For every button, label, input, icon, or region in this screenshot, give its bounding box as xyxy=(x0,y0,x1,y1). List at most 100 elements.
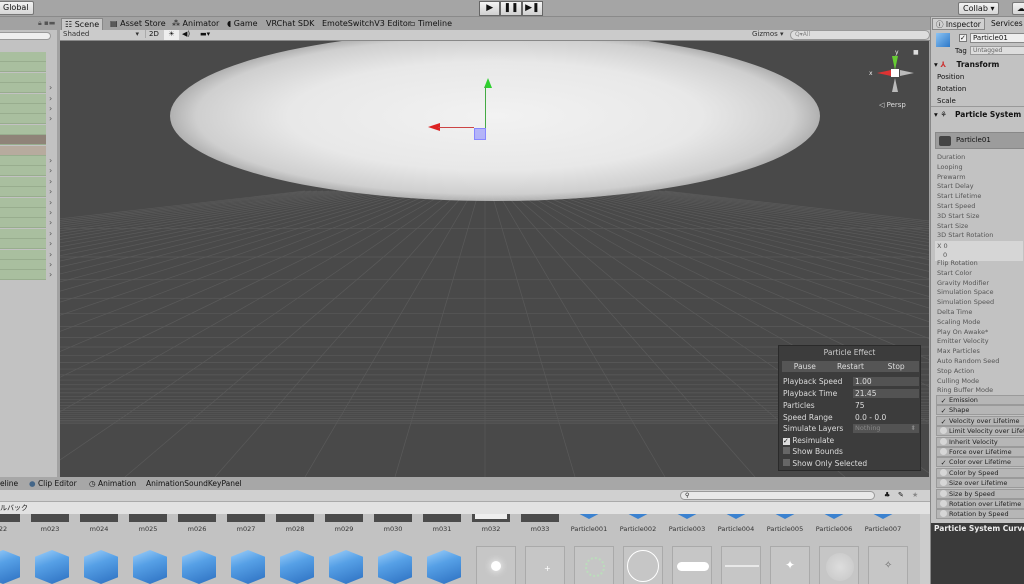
gizmo-x-cone[interactable] xyxy=(877,70,891,76)
cube-icon[interactable] xyxy=(866,514,900,519)
hierarchy-row[interactable] xyxy=(0,187,46,198)
cloud-button[interactable]: ☁ xyxy=(1012,2,1024,15)
asset-label[interactable]: m026 xyxy=(175,525,219,533)
noise-texture-icon[interactable] xyxy=(819,546,859,584)
module-toggle[interactable] xyxy=(940,510,947,518)
asset-label[interactable]: m030 xyxy=(371,525,415,533)
particle-system-main-module[interactable]: Particle01 xyxy=(935,132,1024,149)
hierarchy-row[interactable] xyxy=(0,145,46,156)
cube-prefab-icon[interactable] xyxy=(182,550,216,584)
breadcrumb[interactable]: ルバック xyxy=(0,502,930,514)
cube-icon[interactable] xyxy=(572,514,606,519)
asset-label[interactable]: Particle001 xyxy=(567,525,611,533)
hierarchy-row[interactable] xyxy=(0,260,46,270)
step-icon[interactable]: ▶❚ xyxy=(521,1,543,16)
circle-ring-texture-icon[interactable] xyxy=(623,546,663,584)
asset-thumbnail[interactable] xyxy=(374,514,412,522)
scene-search[interactable]: Q▾All xyxy=(790,30,930,40)
playback-time-field[interactable]: 21.45 xyxy=(853,389,919,398)
chevron-right-icon[interactable]: › xyxy=(49,229,52,238)
chevron-right-icon[interactable]: › xyxy=(49,239,52,248)
cube-prefab-icon[interactable] xyxy=(84,550,118,584)
chevron-right-icon[interactable]: › xyxy=(49,156,52,165)
module-toggle[interactable] xyxy=(940,479,947,487)
module-row[interactable]: ✓ Shape xyxy=(936,405,1024,416)
hierarchy-row[interactable] xyxy=(0,228,46,239)
chevron-right-icon[interactable]: › xyxy=(49,260,52,269)
module-row[interactable]: Size over Lifetime xyxy=(936,478,1024,489)
checkmark-icon[interactable]: ✓ xyxy=(940,460,947,467)
chevron-right-icon[interactable]: › xyxy=(49,270,52,279)
cube-prefab-icon[interactable] xyxy=(35,550,69,584)
active-checkbox[interactable]: ✓ xyxy=(959,34,967,42)
chevron-right-icon[interactable]: › xyxy=(49,198,52,207)
cube-icon[interactable] xyxy=(621,514,655,519)
2d-toggle[interactable]: 2D xyxy=(145,30,162,38)
cube-prefab-icon[interactable] xyxy=(280,550,314,584)
gizmos-dropdown[interactable]: Gizmos ▾ xyxy=(752,30,784,38)
module-row[interactable]: Color by Speed xyxy=(936,467,1024,478)
glow-dot-texture-icon[interactable] xyxy=(476,546,516,584)
asset-label[interactable]: Particle005 xyxy=(763,525,807,533)
collab-button[interactable]: Collab ▾ xyxy=(958,2,1000,15)
cube-icon[interactable] xyxy=(719,514,753,519)
asset-thumbnail[interactable] xyxy=(31,514,69,522)
hierarchy-search[interactable] xyxy=(0,32,51,40)
capsule-texture-icon[interactable] xyxy=(672,546,712,584)
tab-animation-sound-key-panel[interactable]: AnimationSoundKeyPanel xyxy=(146,477,242,490)
chevron-right-icon[interactable]: › xyxy=(49,208,52,217)
asset-label[interactable]: m029 xyxy=(322,525,366,533)
module-row[interactable]: Rotation over Lifetime xyxy=(936,499,1024,509)
hierarchy-row[interactable] xyxy=(0,218,46,229)
module-toggle[interactable] xyxy=(940,427,947,435)
chevron-right-icon[interactable]: › xyxy=(49,177,52,186)
tab-timeline[interactable]: eline xyxy=(0,477,18,490)
module-row[interactable]: Force over Lifetime xyxy=(936,447,1024,457)
module-toggle[interactable] xyxy=(940,448,947,455)
module-toggle[interactable] xyxy=(940,489,947,497)
hierarchy-row[interactable] xyxy=(0,208,46,218)
resimulate-checkbox[interactable]: ✓ Resimulate xyxy=(783,436,834,445)
hierarchy-row[interactable] xyxy=(0,83,46,94)
restart-button[interactable]: Restart xyxy=(828,361,874,372)
module-row[interactable]: ✓ Color over Lifetime xyxy=(936,457,1024,468)
hierarchy-row[interactable] xyxy=(0,62,46,73)
hierarchy-row[interactable] xyxy=(0,124,46,135)
chevron-right-icon[interactable]: › xyxy=(49,218,52,227)
persp-label[interactable]: ◁ Persp xyxy=(879,101,906,109)
lock-icon[interactable]: 🔒︎ ▪▬ xyxy=(38,19,55,28)
module-row[interactable]: ✓ Emission xyxy=(936,395,1024,405)
chevron-right-icon[interactable]: › xyxy=(49,104,52,113)
hierarchy-row[interactable] xyxy=(0,135,46,146)
effects-icon[interactable]: ▬▾ xyxy=(200,30,210,38)
checkmark-icon[interactable]: ✓ xyxy=(940,398,947,405)
asset-label[interactable]: m028 xyxy=(273,525,317,533)
favorite-icon[interactable]: ★ xyxy=(912,491,918,499)
transform-header[interactable]: ▾ ⅄ Transform xyxy=(934,60,999,69)
lighting-icon[interactable]: ☀ xyxy=(164,30,179,40)
asset-label[interactable]: Particle002 xyxy=(616,525,660,533)
tab-animation[interactable]: ◷ Animation xyxy=(89,477,136,490)
hierarchy-row[interactable] xyxy=(0,197,46,208)
tab-services[interactable]: Services xyxy=(991,19,1023,28)
chevron-right-icon[interactable]: › xyxy=(49,114,52,123)
tab-asset-store[interactable]: ▤ Asset Store xyxy=(107,18,169,30)
tab-scene[interactable]: ☷ Scene xyxy=(61,18,104,30)
asset-thumbnail[interactable] xyxy=(129,514,167,522)
cube-prefab-icon[interactable] xyxy=(427,550,461,584)
hierarchy-row[interactable] xyxy=(0,176,46,187)
star-flare-texture-icon[interactable]: ✦ xyxy=(770,546,810,584)
tag-dropdown[interactable]: Untagged xyxy=(970,46,1024,55)
hierarchy-row[interactable] xyxy=(0,72,46,83)
audio-icon[interactable]: ◀) xyxy=(182,30,190,38)
cube-icon[interactable] xyxy=(817,514,851,519)
four-point-star-texture-icon[interactable]: ✧ xyxy=(868,546,908,584)
gizmo-neg-y-cone[interactable] xyxy=(892,78,898,92)
show-bounds-checkbox[interactable]: Show Bounds xyxy=(783,447,843,456)
hierarchy-row[interactable] xyxy=(0,93,46,104)
cube-prefab-icon[interactable] xyxy=(231,550,265,584)
cube-icon[interactable] xyxy=(670,514,704,519)
pause-icon[interactable]: ❚❚ xyxy=(500,1,522,16)
tab-game[interactable]: ◖ Game xyxy=(224,18,261,30)
pause-button[interactable]: Pause xyxy=(782,361,828,372)
